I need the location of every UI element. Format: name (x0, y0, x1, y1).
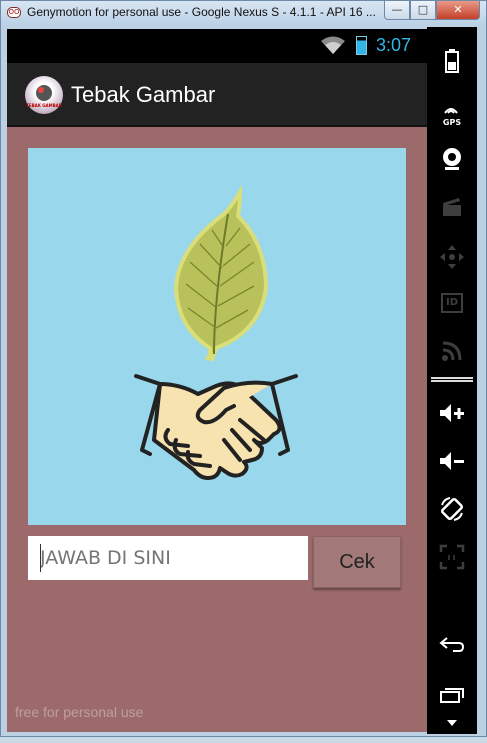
check-button[interactable]: Cek (313, 536, 401, 588)
gps-signal-icon (444, 107, 458, 114)
rotate-icon[interactable] (427, 489, 477, 529)
app-logo-caption: TEBAK GAMBAR (26, 103, 62, 108)
id-label: ID (441, 293, 463, 313)
volume-up-icon[interactable] (427, 393, 477, 433)
title-bar[interactable]: OO Genymotion for personal use - Google … (1, 1, 486, 25)
minimize-button[interactable]: — (384, 1, 410, 20)
emulator-toolbar: GPS ID (427, 27, 477, 734)
rss-icon (427, 331, 477, 371)
status-clock: 3:07 (376, 35, 412, 55)
app-logo-icon[interactable]: TEBAK GAMBAR (25, 76, 63, 114)
watermark-text: free for personal use (15, 704, 144, 720)
toolbar-scroll-down-icon[interactable] (427, 703, 477, 743)
genymotion-logo-icon: OO (7, 7, 21, 18)
wifi-icon (321, 36, 345, 54)
battery-status-icon (356, 36, 367, 55)
puzzle-image (28, 148, 406, 525)
device-screen: 3:07 TEBAK GAMBAR Tebak Gambar JAWAB DI … (7, 29, 427, 732)
maximize-button[interactable]: □ (410, 1, 436, 20)
window-controls: — □ ✕ (384, 1, 480, 20)
id-icon: ID (427, 283, 477, 323)
volume-down-icon[interactable] (427, 441, 477, 481)
handshake-icon (134, 374, 298, 480)
leaf-icon (173, 184, 269, 362)
gps-label: GPS (442, 117, 462, 127)
answer-input[interactable] (28, 536, 308, 580)
status-bar: 3:07 (7, 29, 427, 63)
toolbar-separator (431, 377, 473, 382)
gps-icon[interactable]: GPS (427, 93, 477, 133)
close-button[interactable]: ✕ (436, 1, 480, 20)
app-title: Tebak Gambar (71, 82, 216, 107)
window-title: Genymotion for personal use - Google Nex… (27, 5, 376, 19)
action-bar: TEBAK GAMBAR Tebak Gambar (7, 63, 427, 127)
video-icon (427, 187, 477, 227)
emulator-window: OO Genymotion for personal use - Google … (0, 0, 487, 737)
camera-icon[interactable] (427, 139, 477, 179)
battery-icon[interactable] (427, 41, 477, 81)
scale-icon (427, 537, 477, 577)
text-caret (40, 544, 41, 572)
app-logo-glyph (36, 85, 52, 101)
back-icon[interactable] (427, 624, 477, 664)
dpad-icon (427, 237, 477, 277)
